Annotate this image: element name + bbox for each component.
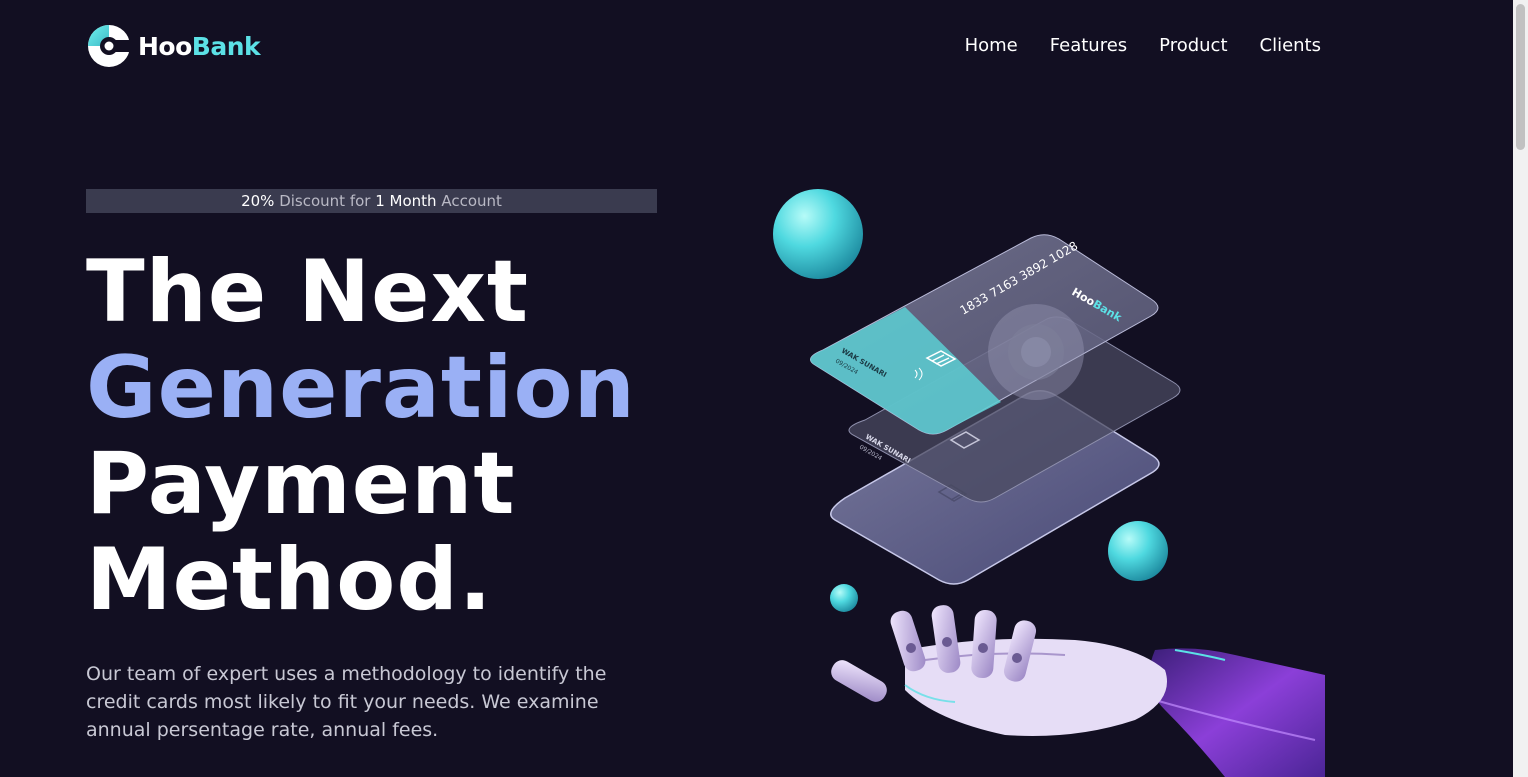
discount-banner: 20% Discount for 1 Month Account <box>86 189 657 213</box>
headline-line-4: Method. <box>86 530 493 630</box>
card-top-emblem <box>988 304 1084 400</box>
hero-illustration: WAK SUNARI 09/2024 1833 7163 3892 1028 H… <box>773 189 1325 777</box>
discount-duration: 1 Month <box>375 192 437 210</box>
nav-features-link[interactable]: Features <box>1050 35 1127 56</box>
nav-clients-link[interactable]: Clients <box>1260 35 1322 56</box>
scrollbar-thumb[interactable] <box>1516 4 1525 150</box>
logo-wordmark: HooBank <box>138 31 261 61</box>
hero-description: Our team of expert uses a methodology to… <box>86 663 607 741</box>
page-scrollbar[interactable] <box>1513 0 1528 777</box>
discount-for: for <box>349 192 371 210</box>
sphere-large <box>773 189 863 279</box>
sphere-small <box>830 584 858 612</box>
logo-text-bank: Bank <box>191 31 261 61</box>
main-nav: Home Features Product Clients <box>965 35 1321 56</box>
headline-line-3: Payment <box>86 434 516 534</box>
sphere-medium <box>1108 521 1168 581</box>
headline-line-1: The Next <box>86 242 530 342</box>
nav-product-link[interactable]: Product <box>1159 35 1227 56</box>
robot-hand <box>831 605 1325 777</box>
nav-home-link[interactable]: Home <box>965 35 1018 56</box>
discount-account: Account <box>441 192 502 210</box>
logo[interactable]: HooBank <box>86 22 261 70</box>
discount-word: Discount <box>279 192 346 210</box>
headline-line-2: Generation <box>86 338 636 438</box>
hero-headline: The Next Generation Payment Method. <box>86 244 636 628</box>
logo-text-hoo: Hoo <box>138 31 192 61</box>
hoobank-logo-icon <box>88 25 132 67</box>
discount-percent: 20% <box>241 192 275 210</box>
